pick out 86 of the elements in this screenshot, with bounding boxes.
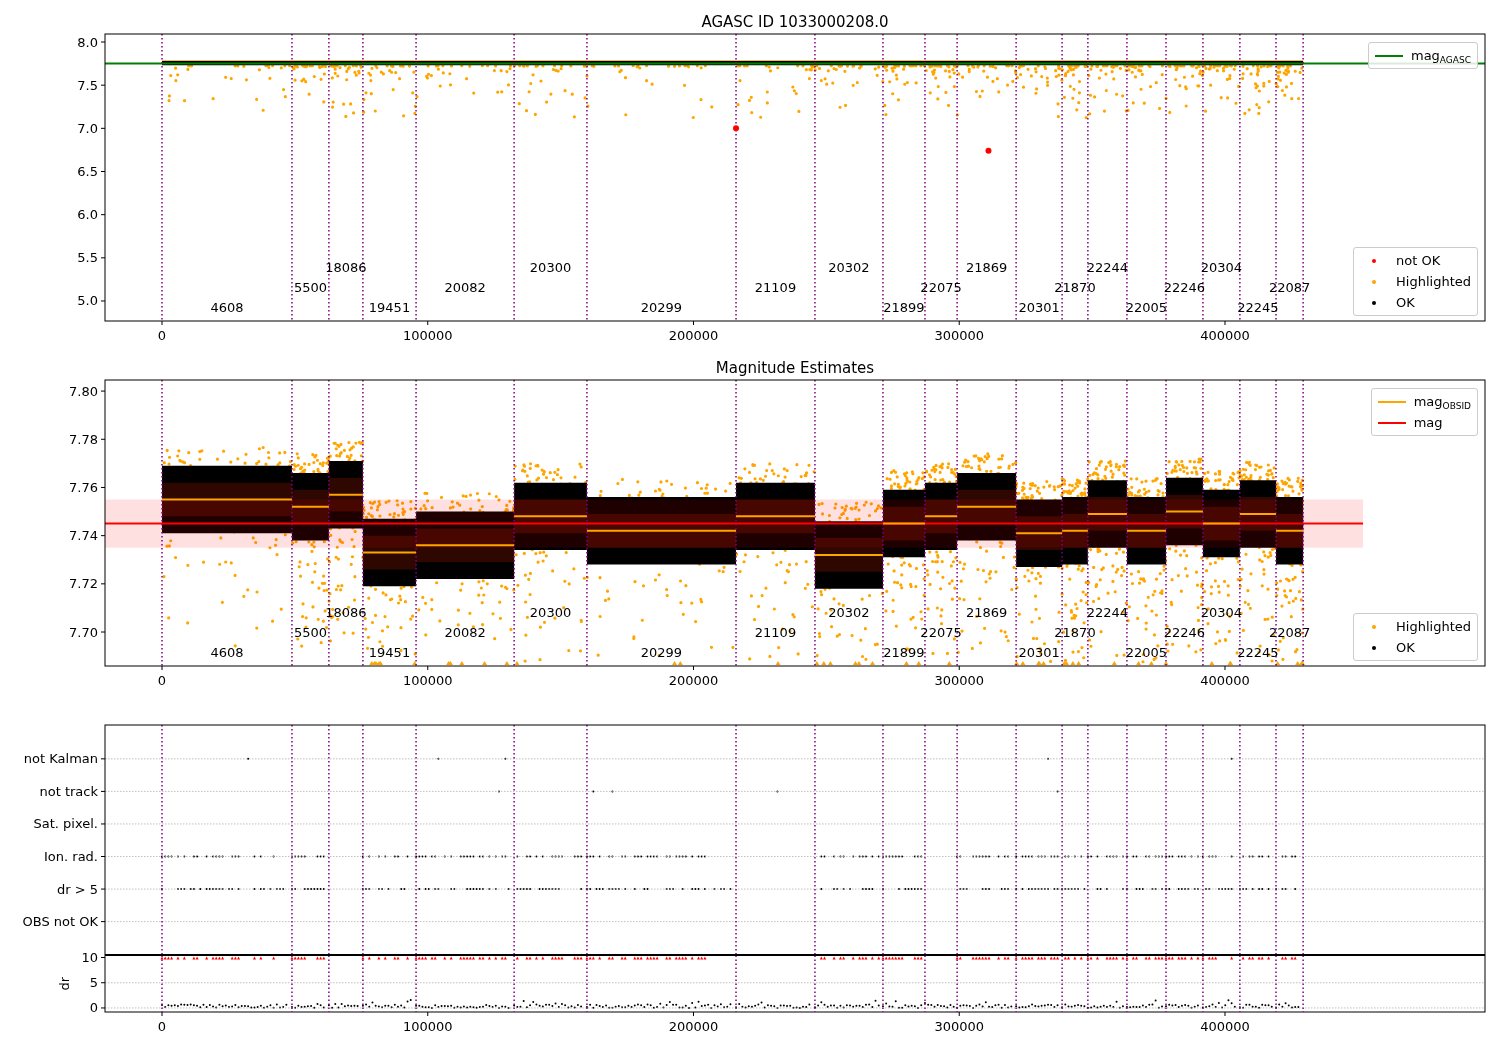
tick-label: 6.0 [77, 207, 98, 223]
tick-label: 7.76 [69, 479, 98, 495]
tick-label: 10 [81, 950, 98, 965]
tick-label: not track [39, 783, 98, 799]
obsid-label: 4608 [210, 645, 244, 660]
tick-label: 0 [89, 1000, 98, 1016]
obsid-label: 22244 [1086, 260, 1129, 275]
chart-title: AGASC ID 1033000208.0 [701, 13, 889, 31]
legend-label: OK [1396, 294, 1415, 312]
legend-label: mag$_{AGASC}$ [1410, 47, 1471, 66]
obsid-label: 22246 [1163, 280, 1206, 295]
tick-label: 100000 [402, 673, 453, 688]
legend-label: not OK [1396, 252, 1441, 270]
tick-label: 100000 [402, 328, 453, 343]
obsid-label: 21899 [883, 645, 925, 660]
tick-label: 200000 [668, 328, 719, 343]
tick-label: 7.5 [77, 77, 98, 93]
tick-label: not Kalman [23, 751, 98, 767]
tick-label: 300000 [934, 328, 985, 343]
tick-label: 200000 [668, 673, 719, 688]
obsid-label: 20299 [640, 645, 683, 660]
obsid-label: 20300 [529, 605, 572, 620]
legend-label: Highlighted [1396, 273, 1471, 291]
tick-label: 5.5 [77, 250, 98, 266]
legend-label: Highlighted [1396, 618, 1471, 636]
tick-label: OBS not OK [22, 914, 98, 930]
tick-label: 7.74 [69, 528, 98, 544]
obsid-label: 21870 [1054, 280, 1096, 295]
legend-label: mag [1413, 414, 1443, 432]
tick-label: 0 [157, 328, 167, 343]
obsid-label: 20302 [828, 605, 870, 620]
obsid-label: 18086 [325, 260, 367, 275]
tick-label: 300000 [934, 1019, 985, 1034]
tick-label: 8.0 [77, 34, 98, 50]
obsid-label: 4608 [210, 300, 244, 315]
axis-label: dr [57, 976, 72, 991]
obsid-label: 20301 [1018, 645, 1060, 660]
tick-label: 7.78 [69, 431, 98, 447]
obsid-label: 21109 [754, 280, 797, 295]
tick-label: 200000 [668, 1019, 719, 1034]
legend-label: OK [1396, 639, 1415, 657]
obsid-label: 20304 [1200, 605, 1243, 620]
tick-label: 100000 [402, 1019, 453, 1034]
tick-label: 400000 [1200, 673, 1250, 688]
obsid-label: 22245 [1237, 300, 1279, 315]
obsid-label: 22087 [1268, 625, 1311, 640]
obsid-label: 22075 [920, 280, 962, 295]
tick-label: 0 [157, 1019, 167, 1034]
tick-label: 5 [89, 975, 98, 991]
obsid-label: 21869 [965, 605, 1008, 620]
obsid-label: 20300 [529, 260, 572, 275]
tick-label: 7.0 [77, 120, 98, 136]
obsid-label: 21869 [965, 260, 1008, 275]
obsid-label: 22246 [1163, 625, 1206, 640]
obsid-label: 5500 [293, 625, 327, 640]
tick-label: 300000 [934, 673, 985, 688]
legend-label: mag$_{OBSID}$ [1413, 393, 1471, 412]
obsid-label: 22075 [920, 625, 962, 640]
obsid-label: 19451 [368, 645, 411, 660]
tick-label: 7.70 [69, 624, 98, 640]
obsid-label: 21870 [1054, 625, 1096, 640]
obsid-label: 20301 [1018, 300, 1060, 315]
obsid-label: 21899 [883, 300, 925, 315]
obsid-label: 22087 [1268, 280, 1311, 295]
tick-label: 5.0 [77, 293, 98, 309]
obsid-label: 20082 [444, 625, 486, 640]
tick-label: 400000 [1200, 328, 1250, 343]
obsid-label: 22005 [1125, 300, 1168, 315]
obsid-label: 21109 [754, 625, 797, 640]
obsid-label: 5500 [293, 280, 327, 295]
chart-title: Magnitude Estimates [715, 359, 875, 377]
obsid-label: 22244 [1086, 605, 1129, 620]
tick-label: 7.80 [69, 383, 98, 399]
obsid-label: 20082 [444, 280, 486, 295]
tick-label: 6.5 [77, 164, 98, 179]
obsid-label: 20299 [640, 300, 683, 315]
obsid-label: 19451 [368, 300, 411, 315]
tick-label: dr > 5 [56, 881, 98, 897]
tick-label: 0 [157, 673, 167, 688]
tick-label: Sat. pixel. [33, 816, 98, 832]
tick-label: 400000 [1200, 1019, 1250, 1034]
tick-label: Ion. rad. [44, 849, 98, 864]
obsid-label: 20302 [828, 260, 870, 275]
obsid-label: 22005 [1125, 645, 1168, 660]
tick-label: 7.72 [69, 576, 98, 592]
obsid-label: 20304 [1200, 260, 1243, 275]
